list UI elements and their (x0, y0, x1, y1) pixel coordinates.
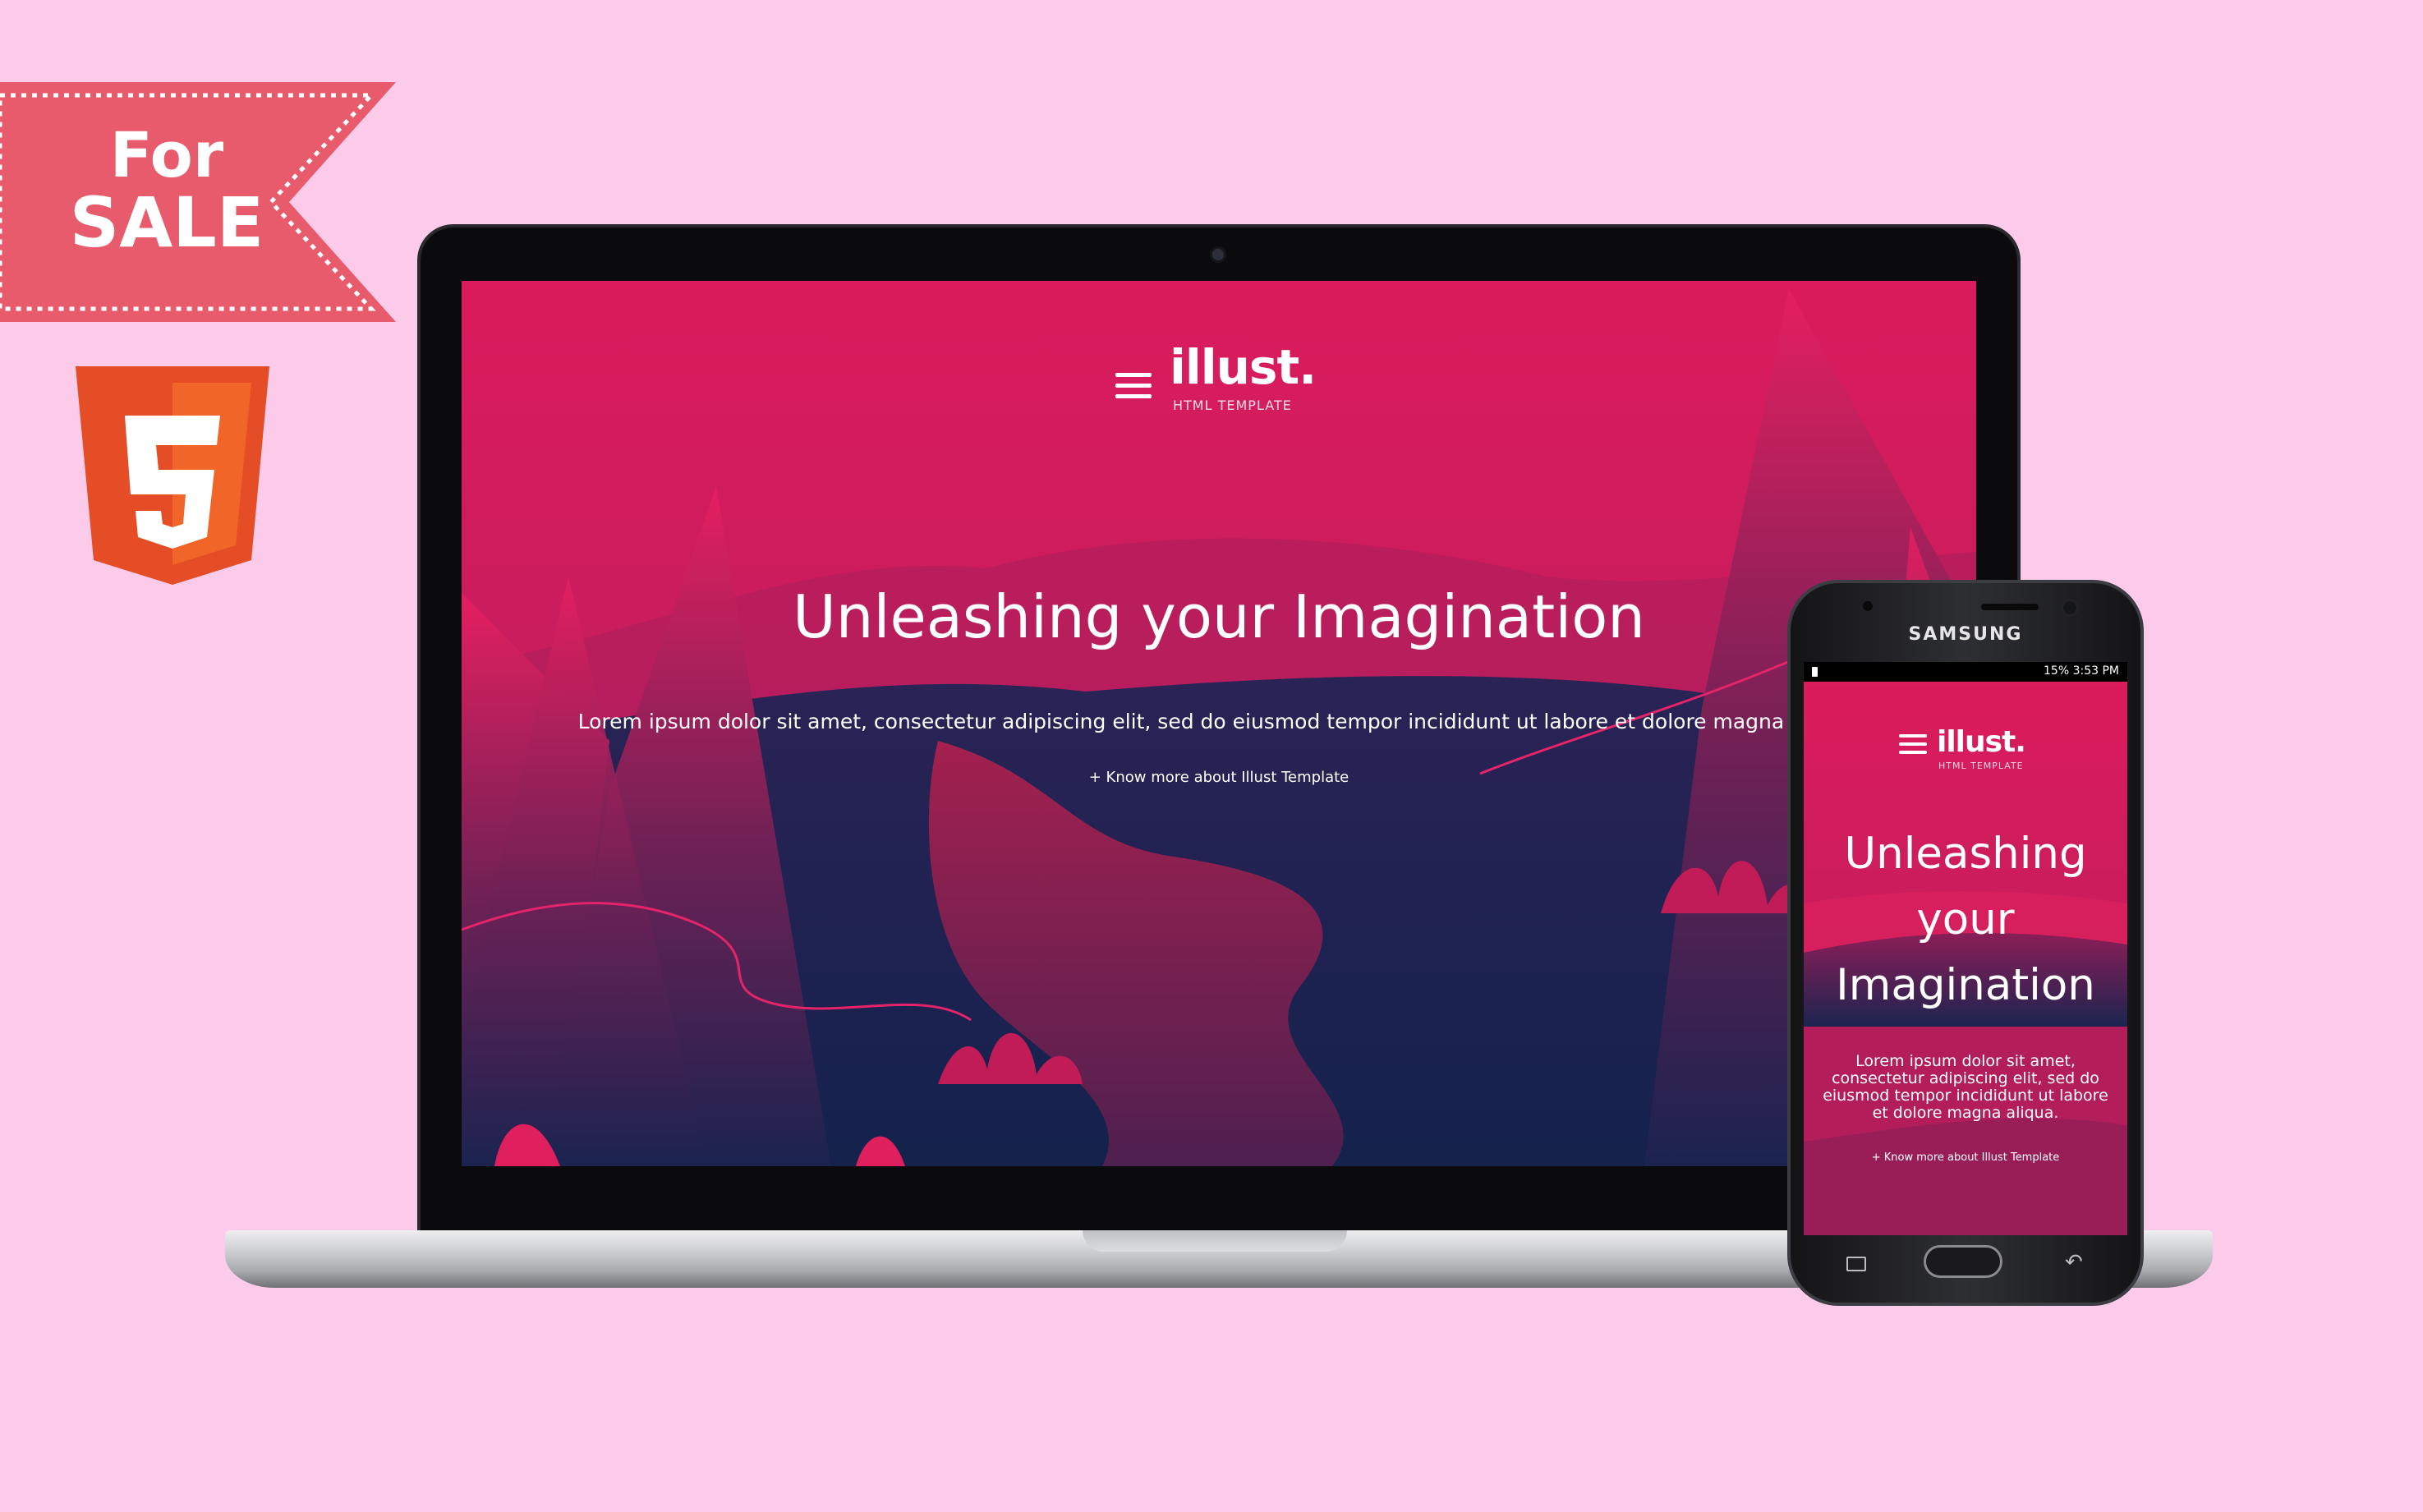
hero-headline: Unleashing your Imagination (1804, 821, 2127, 1018)
hero-description: Lorem ipsum dolor sit amet, consectetur … (577, 710, 1860, 733)
phone-front-camera (2063, 601, 2076, 614)
phone-status-text: 15% 3:53 PM (2044, 664, 2119, 678)
know-more-link[interactable]: + Know more about Illust Template (462, 769, 1976, 786)
know-more-link[interactable]: + Know more about Illust Template (1804, 1151, 2127, 1164)
phone-status-bar: 15% 3:53 PM (1804, 662, 2127, 682)
hero-headline-line: your (1916, 894, 2015, 944)
site-logo-subtitle: HTML TEMPLATE (1938, 761, 2024, 771)
html5-icon (76, 366, 269, 585)
site-logo[interactable]: illust. (1170, 343, 1317, 391)
laptop-screen: illust. HTML TEMPLATE Unleashing your Im… (462, 281, 1976, 1166)
sale-text: For SALE (48, 118, 286, 263)
back-icon[interactable]: ↶ (2065, 1250, 2083, 1275)
sale-line-for: For (109, 118, 224, 191)
phone-speaker (1981, 604, 2039, 610)
hamburger-menu-icon[interactable] (1115, 373, 1152, 401)
recent-apps-icon[interactable] (1846, 1257, 1866, 1271)
hero-headline-line: Unleashing (1844, 829, 2087, 879)
for-sale-ribbon: For SALE (0, 79, 402, 325)
phone-screen: illust. HTML TEMPLATE Unleashing your Im… (1804, 682, 2127, 1235)
home-button[interactable] (1924, 1245, 2002, 1278)
promo-stage: For SALE illust. HTML TEMPLATE Unleashin… (0, 0, 2423, 1512)
hamburger-menu-icon[interactable] (1899, 734, 1927, 756)
sale-line-sale: SALE (69, 182, 264, 263)
site-logo-subtitle: HTML TEMPLATE (1173, 398, 1292, 413)
laptop-camera (1212, 249, 1224, 260)
notification-icon (1812, 667, 1818, 677)
phone-brand-label: SAMSUNG (1908, 624, 2023, 645)
site-logo[interactable]: illust. (1937, 728, 2026, 757)
phone-sensor (1863, 601, 1873, 611)
laptop-notch (1083, 1230, 1347, 1252)
hero-headline-line: Imagination (1836, 960, 2095, 1010)
hero-description: Lorem ipsum dolor sit amet, consectetur … (1823, 1052, 2108, 1122)
hero-headline: Unleashing your Imagination (793, 582, 1645, 651)
phone-nav-bar: ↶ (1804, 1235, 2127, 1289)
